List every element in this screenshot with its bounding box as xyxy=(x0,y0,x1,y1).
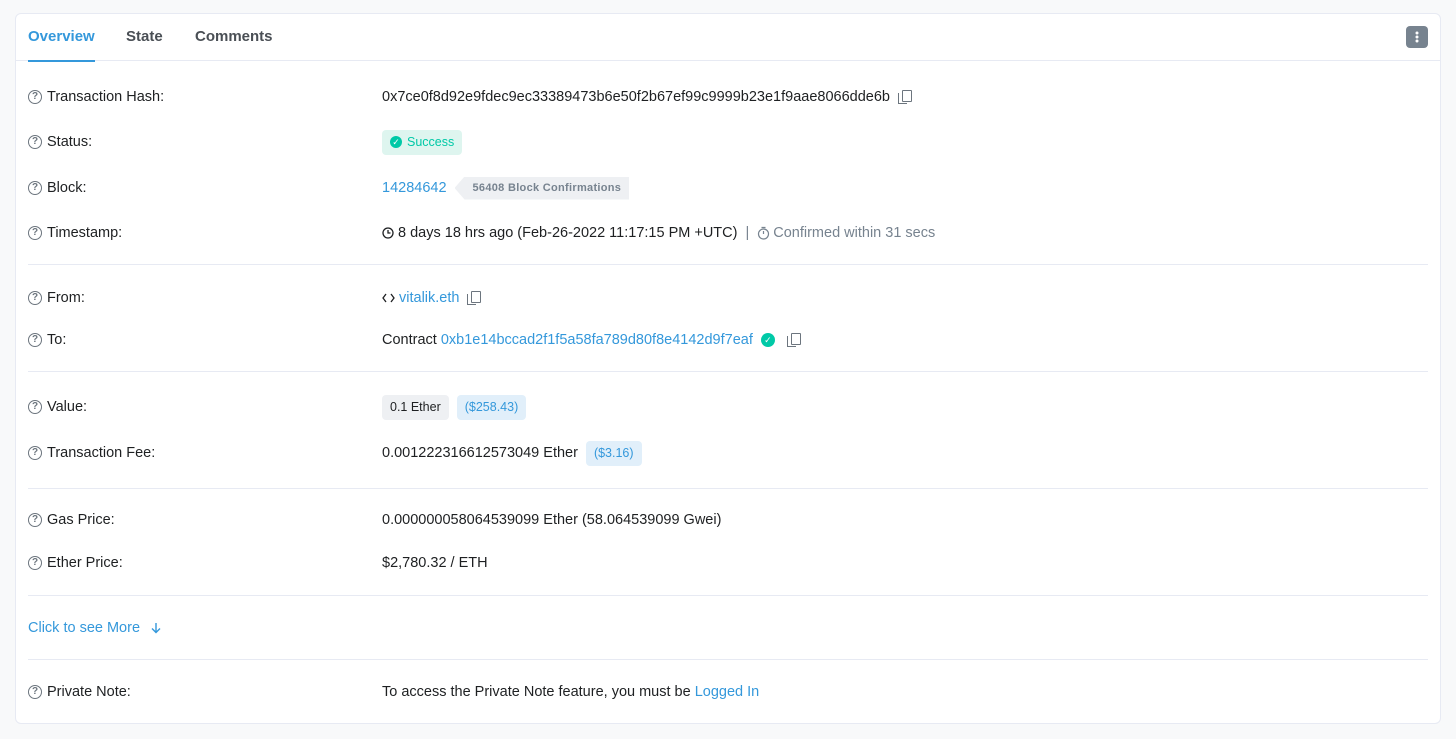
timestamp-text: 8 days 18 hrs ago (Feb-26-2022 11:17:15 … xyxy=(398,225,738,241)
block-number-link[interactable]: 14284642 xyxy=(382,180,447,196)
options-menu-button[interactable] xyxy=(1406,26,1428,48)
divider xyxy=(28,264,1428,265)
value-private-note: To access the Private Note feature, you … xyxy=(382,678,759,706)
tab-state[interactable]: State xyxy=(126,14,163,61)
value-gas-price: 0.000000058064539099 Ether (58.064539099… xyxy=(382,506,721,534)
logged-in-link[interactable]: Logged In xyxy=(695,684,760,700)
label-text: Private Note: xyxy=(47,684,131,700)
contract-prefix: Contract xyxy=(382,332,437,348)
question-circle-icon[interactable]: ? xyxy=(28,291,42,305)
question-circle-icon[interactable]: ? xyxy=(28,556,42,570)
copy-icon[interactable] xyxy=(467,291,482,305)
label-transaction-fee: ? Transaction Fee: xyxy=(28,441,155,465)
status-text: Success xyxy=(407,135,455,149)
label-private-note: ? Private Note: xyxy=(28,680,131,704)
label-text: Value: xyxy=(47,399,88,415)
label-to: ? To: xyxy=(28,328,66,352)
usd-value-badge: ($258.43) xyxy=(456,394,527,420)
label-text: To: xyxy=(47,332,67,348)
label-text: Ether Price: xyxy=(47,555,123,571)
fee-amount: 0.001222316612573049 Ether xyxy=(382,445,578,461)
value-transaction-fee: 0.001222316612573049 Ether ($3.16) xyxy=(382,439,642,467)
label-from: ? From: xyxy=(28,286,85,310)
ether-amount-badge: 0.1 Ether xyxy=(382,394,449,420)
label-text: Status: xyxy=(47,134,93,150)
label-text: Transaction Hash: xyxy=(47,89,165,105)
arrow-down-icon xyxy=(151,623,161,634)
vertical-dots-icon xyxy=(1415,31,1419,43)
value-value: 0.1 Ether ($258.43) xyxy=(382,393,527,421)
separator: | xyxy=(745,225,750,241)
question-circle-icon[interactable]: ? xyxy=(28,685,42,699)
check-circle-icon: ✓ xyxy=(760,333,775,347)
question-circle-icon[interactable]: ? xyxy=(28,400,42,414)
label-text: From: xyxy=(47,290,85,306)
divider xyxy=(28,595,1428,596)
label-gas-price: ? Gas Price: xyxy=(28,508,115,532)
check-circle-icon: ✓ xyxy=(390,136,402,148)
confirmed-within-text: Confirmed within 31 secs xyxy=(773,225,936,241)
value-status: ✓ Success xyxy=(382,128,463,156)
gas-price-text: 0.000000058064539099 Ether (58.064539099… xyxy=(382,512,722,528)
label-text: Block: xyxy=(47,180,87,196)
question-circle-icon[interactable]: ? xyxy=(28,135,42,149)
value-timestamp: 8 days 18 hrs ago (Feb-26-2022 11:17:15 … xyxy=(382,219,935,247)
status-badge: ✓ Success xyxy=(382,129,463,155)
divider xyxy=(28,371,1428,372)
tab-overview[interactable]: Overview xyxy=(28,14,95,62)
label-text: Transaction Fee: xyxy=(47,445,156,461)
to-address-link[interactable]: 0xb1e14bccad2f1f5a58fa789d80f8e4142d9f7e… xyxy=(441,332,753,348)
value-transaction-hash: 0x7ce0f8d92e9fdec9ec33389473b6e50f2b67ef… xyxy=(382,83,912,111)
code-icon xyxy=(382,293,395,303)
label-value: ? Value: xyxy=(28,395,87,419)
transaction-hash: 0x7ce0f8d92e9fdec9ec33389473b6e50f2b67ef… xyxy=(382,89,890,105)
ether-price-text: $2,780.32 / ETH xyxy=(382,555,488,571)
see-more-text[interactable]: Click to see More xyxy=(28,620,140,636)
value-block: 14284642 56408 Block Confirmations xyxy=(382,174,630,202)
block-confirmations-badge: 56408 Block Confirmations xyxy=(454,176,630,200)
private-note-text: To access the Private Note feature, you … xyxy=(382,684,691,700)
stopwatch-icon xyxy=(758,226,770,240)
question-circle-icon[interactable]: ? xyxy=(28,513,42,527)
see-more-link[interactable]: Click to see More xyxy=(28,616,162,640)
value-from: vitalik.eth xyxy=(382,284,482,312)
label-block: ? Block: xyxy=(28,176,87,200)
value-to: Contract 0xb1e14bccad2f1f5a58fa789d80f8e… xyxy=(382,326,801,354)
question-circle-icon[interactable]: ? xyxy=(28,446,42,460)
label-text: Timestamp: xyxy=(47,225,123,241)
question-circle-icon[interactable]: ? xyxy=(28,90,42,104)
clock-icon xyxy=(382,227,394,239)
question-circle-icon[interactable]: ? xyxy=(28,333,42,347)
fee-usd-badge: ($3.16) xyxy=(585,440,642,466)
question-circle-icon[interactable]: ? xyxy=(28,181,42,195)
label-timestamp: ? Timestamp: xyxy=(28,221,122,245)
label-text: Gas Price: xyxy=(47,512,115,528)
transaction-card: Overview State Comments ? Transaction Ha… xyxy=(15,13,1441,724)
tab-comments[interactable]: Comments xyxy=(195,14,273,61)
divider xyxy=(28,488,1428,489)
question-circle-icon[interactable]: ? xyxy=(28,226,42,240)
from-address-link[interactable]: vitalik.eth xyxy=(399,290,459,306)
copy-icon[interactable] xyxy=(786,333,801,347)
label-transaction-hash: ? Transaction Hash: xyxy=(28,85,164,109)
value-ether-price: $2,780.32 / ETH xyxy=(382,549,488,577)
tab-bar: Overview State Comments xyxy=(16,14,1440,62)
copy-icon[interactable] xyxy=(898,90,912,104)
label-ether-price: ? Ether Price: xyxy=(28,551,123,575)
label-status: ? Status: xyxy=(28,130,92,154)
divider xyxy=(28,659,1428,660)
